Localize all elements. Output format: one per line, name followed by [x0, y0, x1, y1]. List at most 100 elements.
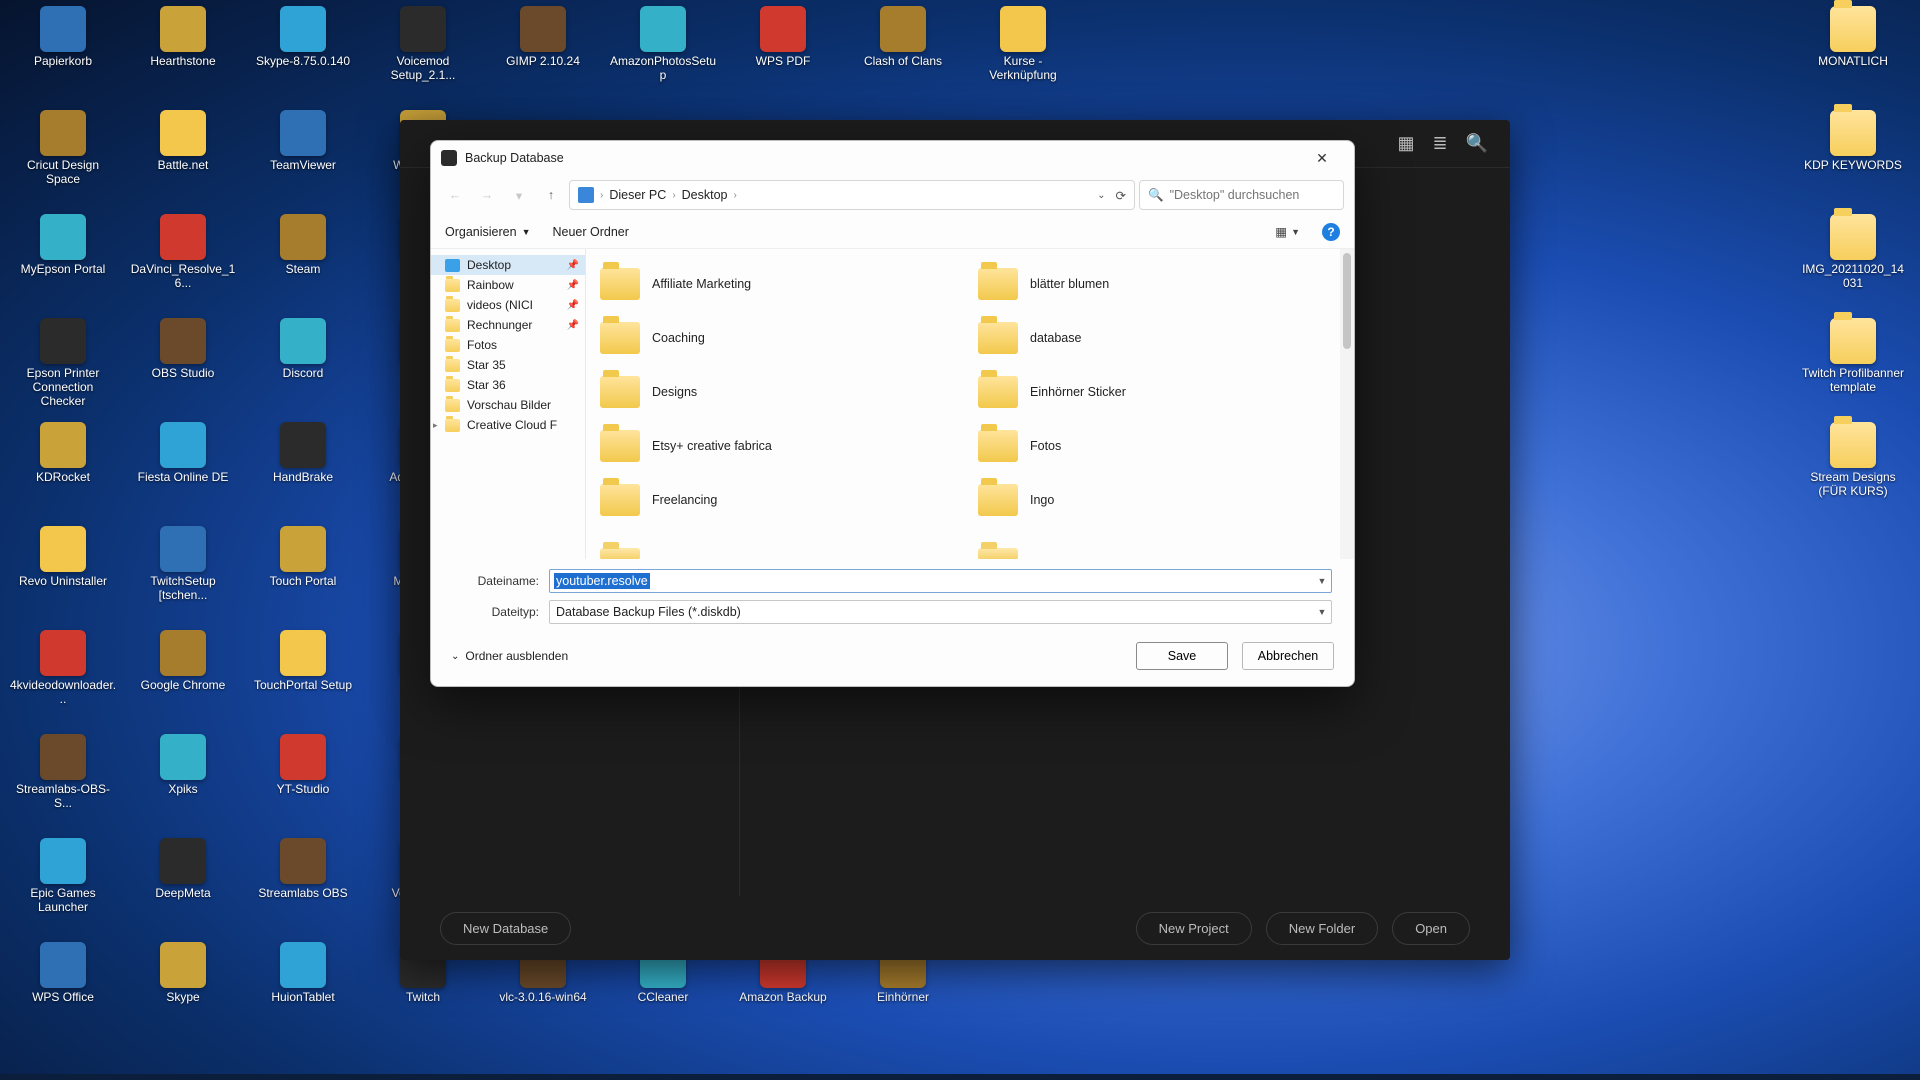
folder-entry[interactable]: Freelancing [590, 473, 958, 527]
desktop-icon[interactable]: 4kvideodownloader... [8, 630, 118, 707]
desktop-icon[interactable]: Papierkorb [8, 6, 118, 69]
desktop-icon[interactable]: DaVinci_Resolve_16... [128, 214, 238, 291]
desktop-icon[interactable]: TouchPortal Setup [248, 630, 358, 693]
pin-icon[interactable]: 📌 [567, 300, 579, 311]
dialog-titlebar[interactable]: Backup Database ✕ [431, 141, 1354, 175]
desktop-icon[interactable]: HandBrake [248, 422, 358, 485]
desktop-icon[interactable]: Discord [248, 318, 358, 381]
desktop-icon[interactable]: Google Chrome [128, 630, 238, 693]
expand-icon[interactable]: ▸ [433, 420, 438, 431]
desktop-icon[interactable]: MyEpson Portal [8, 214, 118, 277]
desktop-icon[interactable]: MONATLICH [1798, 6, 1908, 69]
tree-item[interactable]: videos (NICI📌 [431, 295, 585, 315]
desktop-icon[interactable]: Twitch Profilbanner template [1798, 318, 1908, 395]
tree-item[interactable]: Vorschau Bilder [431, 395, 585, 415]
search-box[interactable]: 🔍 [1139, 180, 1344, 210]
desktop-icon[interactable]: Battle.net [128, 110, 238, 173]
folder-entry[interactable]: Ingo [968, 473, 1336, 527]
file-grid[interactable]: Affiliate Marketingblätter blumenCoachin… [586, 249, 1340, 559]
nav-tree-scroll[interactable]: Desktop📌Rainbow📌videos (NICI📌Rechnunger📌… [431, 255, 585, 553]
chevron-right-icon[interactable]: › [672, 190, 675, 201]
desktop-icon[interactable]: OBS Studio [128, 318, 238, 381]
organize-menu[interactable]: Organisieren ▼ [445, 225, 531, 239]
tree-item[interactable]: Desktop📌 [431, 255, 585, 275]
desktop-icon[interactable]: IMG_20211020_14031 [1798, 214, 1908, 291]
chevron-right-icon[interactable]: › [600, 190, 603, 201]
pin-icon[interactable]: 📌 [567, 260, 579, 271]
desktop-icon[interactable]: Cricut Design Space [8, 110, 118, 187]
folder-entry[interactable]: Einhörner Sticker [968, 365, 1336, 419]
desktop-icon[interactable]: Touch Portal [248, 526, 358, 589]
folder-entry[interactable]: Coaching [590, 311, 958, 365]
dateityp-dropdown-icon[interactable]: ▼ [1313, 607, 1331, 617]
scrollbar[interactable] [1340, 249, 1354, 559]
desktop-icon[interactable]: HuionTablet [248, 942, 358, 1005]
desktop-icon[interactable]: Kurse - Verknüpfung [968, 6, 1078, 83]
taskbar[interactable] [0, 1074, 1920, 1080]
dateityp-field[interactable]: Database Backup Files (*.diskdb) ▼ [549, 600, 1332, 624]
breadcrumb-dropdown-icon[interactable]: ⌄ [1097, 190, 1105, 201]
cancel-button[interactable]: Abbrechen [1242, 642, 1334, 670]
search-icon[interactable]: 🔍 [1466, 133, 1488, 154]
desktop-icon[interactable]: WPS Office [8, 942, 118, 1005]
help-icon[interactable]: ? [1322, 223, 1340, 241]
tree-item[interactable]: ▸Creative Cloud F [431, 415, 585, 435]
folder-entry[interactable] [968, 527, 1336, 559]
pin-icon[interactable]: 📌 [567, 280, 579, 291]
desktop-icon[interactable]: Steam [248, 214, 358, 277]
folder-entry[interactable]: Fotos [968, 419, 1336, 473]
desktop-icon[interactable]: Streamlabs-OBS-S... [8, 734, 118, 811]
desktop-icon[interactable]: Hearthstone [128, 6, 238, 69]
grid-view-icon[interactable]: ▦ [1397, 133, 1414, 154]
breadcrumb-item-0[interactable]: Dieser PC [609, 188, 666, 202]
nav-up-icon[interactable]: ↑ [537, 181, 565, 209]
breadcrumb-item-1[interactable]: Desktop [682, 188, 728, 202]
tree-item[interactable]: Rechnunger📌 [431, 315, 585, 335]
desktop-icon[interactable]: DeepMeta [128, 838, 238, 901]
desktop-icon[interactable]: Streamlabs OBS [248, 838, 358, 901]
dateiname-dropdown-icon[interactable]: ▼ [1313, 576, 1331, 586]
desktop-icon[interactable]: YT-Studio [248, 734, 358, 797]
chevron-right-icon[interactable]: › [734, 190, 737, 201]
new-folder-button[interactable]: Neuer Ordner [553, 225, 629, 239]
new-project-button[interactable]: New Project [1136, 912, 1252, 945]
desktop-icon[interactable]: KDRocket [8, 422, 118, 485]
save-button[interactable]: Save [1136, 642, 1228, 670]
hide-folders-toggle[interactable]: ⌄ Ordner ausblenden [451, 649, 568, 663]
desktop-icon[interactable]: Fiesta Online DE [128, 422, 238, 485]
folder-entry[interactable] [590, 527, 958, 559]
desktop-icon[interactable]: Clash of Clans [848, 6, 958, 69]
tree-item[interactable]: Star 36 [431, 375, 585, 395]
dateiname-value[interactable]: youtuber.resolve [554, 573, 650, 589]
folder-entry[interactable]: Affiliate Marketing [590, 257, 958, 311]
folder-entry[interactable]: blätter blumen [968, 257, 1336, 311]
desktop-icon[interactable]: Epson Printer Connection Checker [8, 318, 118, 408]
pin-icon[interactable]: 📌 [567, 320, 579, 331]
desktop-icon[interactable]: Epic Games Launcher [8, 838, 118, 915]
search-input[interactable] [1170, 188, 1335, 202]
tree-item[interactable]: Star 35 [431, 355, 585, 375]
desktop-icon[interactable]: AmazonPhotosSetup [608, 6, 718, 83]
view-mode-button[interactable]: ▦ ▼ [1275, 224, 1300, 239]
breadcrumb[interactable]: › Dieser PC › Desktop › ⌄ ⟳ [569, 180, 1135, 210]
desktop-icon[interactable]: Skype [128, 942, 238, 1005]
desktop-icon[interactable]: Xpiks [128, 734, 238, 797]
scrollbar-thumb[interactable] [1343, 253, 1351, 349]
folder-entry[interactable]: Etsy+ creative fabrica [590, 419, 958, 473]
desktop-icon[interactable]: Revo Uninstaller [8, 526, 118, 589]
new-database-button[interactable]: New Database [440, 912, 571, 945]
desktop-icon[interactable]: Skype-8.75.0.140 [248, 6, 358, 69]
tree-item[interactable]: Fotos [431, 335, 585, 355]
list-view-icon[interactable]: ≣ [1432, 133, 1447, 154]
desktop-icon[interactable]: GIMP 2.10.24 [488, 6, 598, 69]
desktop-icon[interactable]: TeamViewer [248, 110, 358, 173]
desktop-icon[interactable]: WPS PDF [728, 6, 838, 69]
dateiname-field[interactable]: youtuber.resolve ▼ [549, 569, 1332, 593]
open-button[interactable]: Open [1392, 912, 1470, 945]
desktop-icon[interactable]: Stream Designs (FÜR KURS) [1798, 422, 1908, 499]
folder-entry[interactable]: database [968, 311, 1336, 365]
desktop-icon[interactable]: Voicemod​Setup_2.1... [368, 6, 478, 83]
desktop-icon[interactable]: KDP KEYWORDS [1798, 110, 1908, 173]
desktop-icon[interactable]: TwitchSetup [tschen... [128, 526, 238, 603]
new-folder-button-app[interactable]: New Folder [1266, 912, 1378, 945]
